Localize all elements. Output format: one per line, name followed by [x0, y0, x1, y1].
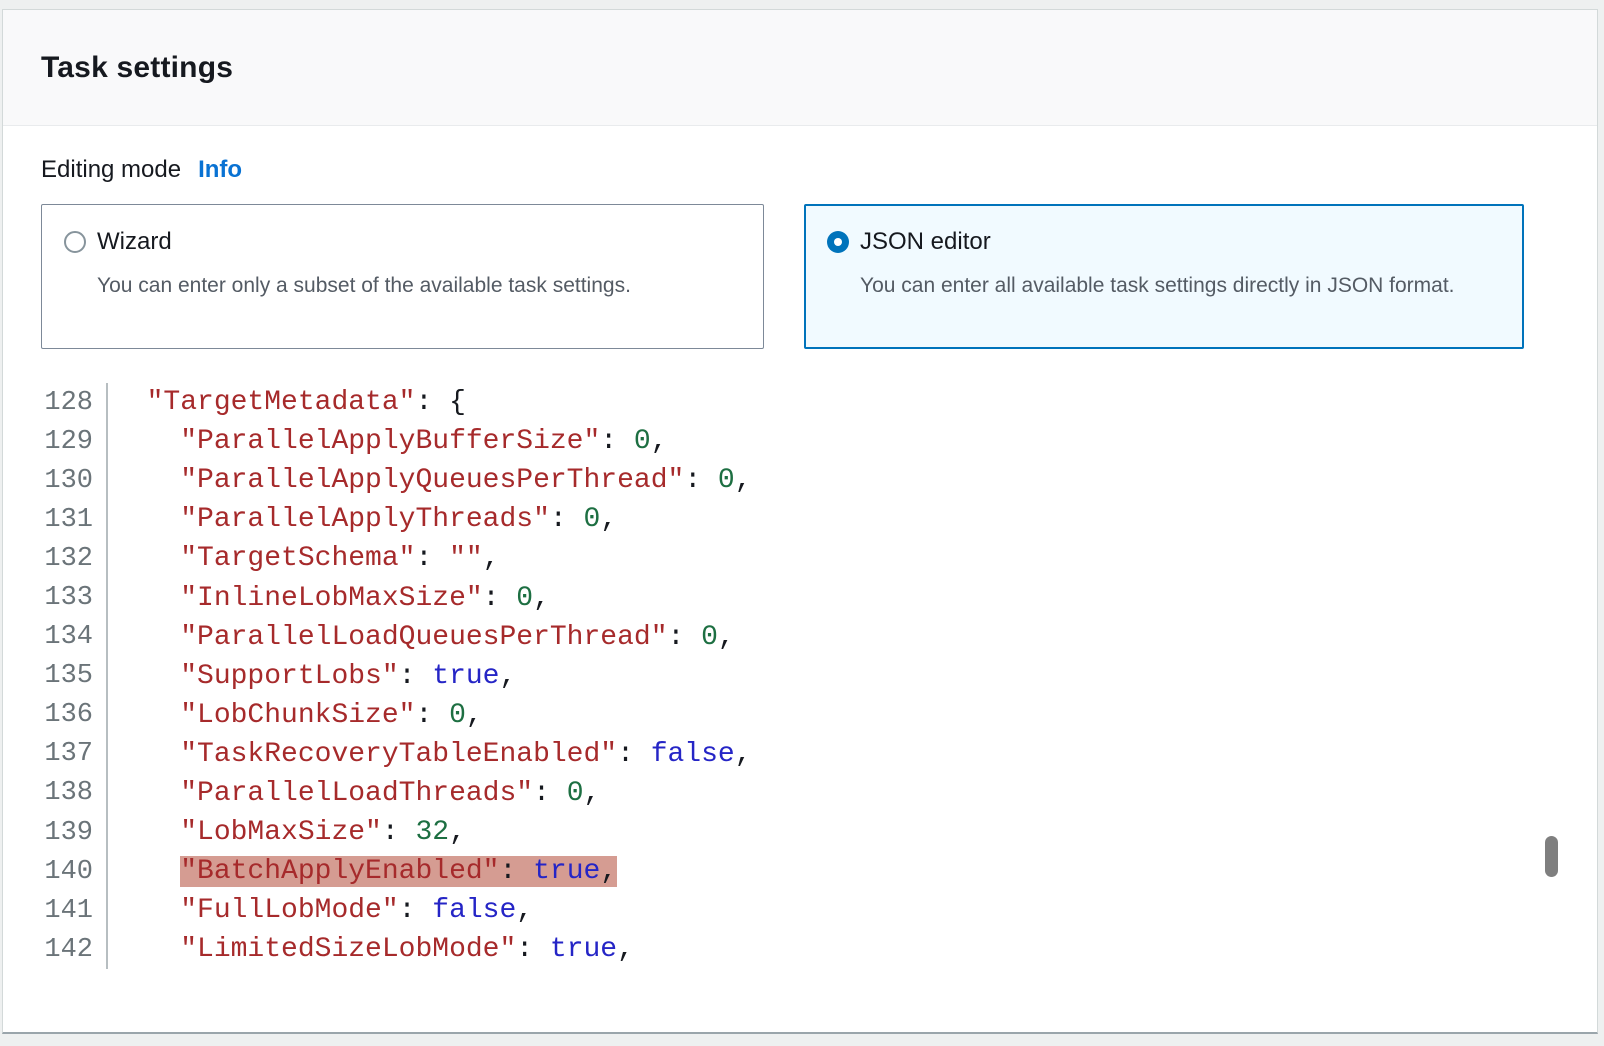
editing-mode-row: Editing mode Info	[41, 156, 242, 184]
line-number: 138	[3, 774, 108, 813]
code-line-text: "TargetMetadata": {	[108, 387, 466, 418]
code-line-text: "SupportLobs": true,	[108, 661, 516, 692]
code-line-text: "TaskRecoveryTableEnabled": false,	[108, 739, 752, 770]
json-editor-option-description: You can enter all available task setting…	[860, 269, 1472, 302]
wizard-option-row: Wizard	[64, 228, 739, 256]
line-number: 129	[3, 422, 108, 461]
highlighted-match: "BatchApplyEnabled": true,	[180, 856, 617, 887]
line-number: 135	[3, 657, 108, 696]
code-line[interactable]: 137 "TaskRecoveryTableEnabled": false,	[3, 735, 1503, 774]
code-line-text: "ParallelApplyBufferSize": 0,	[108, 426, 668, 457]
radio-unselected-icon[interactable]	[64, 231, 86, 253]
code-line-text: "LimitedSizeLobMode": true,	[108, 934, 634, 965]
code-line-text: "TargetSchema": "",	[108, 543, 500, 574]
line-number: 130	[3, 461, 108, 500]
panel-header: Task settings	[3, 10, 1597, 126]
code-line[interactable]: 142 "LimitedSizeLobMode": true,	[3, 930, 1503, 969]
code-line-text: "ParallelLoadQueuesPerThread": 0,	[108, 622, 735, 653]
code-line-text: "LobMaxSize": 32,	[108, 817, 466, 848]
code-line[interactable]: 134 "ParallelLoadQueuesPerThread": 0,	[3, 618, 1503, 657]
line-number: 142	[3, 930, 108, 969]
line-number: 141	[3, 891, 108, 930]
info-link[interactable]: Info	[198, 156, 242, 184]
wizard-option-label: Wizard	[97, 228, 172, 256]
code-line[interactable]: 135 "SupportLobs": true,	[3, 657, 1503, 696]
code-line[interactable]: 132 "TargetSchema": "",	[3, 539, 1503, 578]
scrollbar-thumb[interactable]	[1545, 836, 1558, 877]
wizard-option-description: You can enter only a subset of the avail…	[97, 269, 709, 302]
panel-body: Editing mode Info Wizard You can enter o…	[3, 126, 1597, 1031]
line-number: 132	[3, 539, 108, 578]
code-line[interactable]: 138 "ParallelLoadThreads": 0,	[3, 774, 1503, 813]
radio-selected-icon[interactable]	[827, 231, 849, 253]
task-settings-panel: Task settings Editing mode Info Wizard Y…	[2, 9, 1598, 1034]
json-editor-option-label: JSON editor	[860, 228, 991, 256]
editing-mode-label: Editing mode	[41, 156, 181, 184]
option-card-json-editor[interactable]: JSON editor You can enter all available …	[804, 204, 1524, 349]
code-line-text: "ParallelApplyThreads": 0,	[108, 504, 617, 535]
option-card-wizard[interactable]: Wizard You can enter only a subset of th…	[41, 204, 764, 349]
code-line[interactable]: 131 "ParallelApplyThreads": 0,	[3, 500, 1503, 539]
line-number: 140	[3, 852, 108, 891]
code-line-text: "FullLobMode": false,	[108, 895, 533, 926]
editing-mode-options: Wizard You can enter only a subset of th…	[41, 204, 1524, 349]
json-code-editor[interactable]: 128 "TargetMetadata": {129 "ParallelAppl…	[3, 383, 1503, 969]
code-line[interactable]: 133 "InlineLobMaxSize": 0,	[3, 578, 1503, 617]
code-line-text: "InlineLobMaxSize": 0,	[108, 583, 550, 614]
code-line[interactable]: 128 "TargetMetadata": {	[3, 383, 1503, 422]
code-line[interactable]: 139 "LobMaxSize": 32,	[3, 813, 1503, 852]
line-number: 131	[3, 500, 108, 539]
code-line-text: "ParallelLoadThreads": 0,	[108, 778, 600, 809]
line-number: 134	[3, 618, 108, 657]
line-number: 136	[3, 696, 108, 735]
code-line-text: "ParallelApplyQueuesPerThread": 0,	[108, 465, 752, 496]
line-number: 139	[3, 813, 108, 852]
line-number: 133	[3, 578, 108, 617]
code-line-text: "BatchApplyEnabled": true,	[108, 856, 617, 887]
code-line[interactable]: 136 "LobChunkSize": 0,	[3, 696, 1503, 735]
code-line[interactable]: 141 "FullLobMode": false,	[3, 891, 1503, 930]
line-number: 128	[3, 383, 108, 422]
code-line-text: "LobChunkSize": 0,	[108, 700, 483, 731]
code-line[interactable]: 130 "ParallelApplyQueuesPerThread": 0,	[3, 461, 1503, 500]
json-editor-option-row: JSON editor	[827, 228, 1499, 256]
code-line[interactable]: 140 "BatchApplyEnabled": true,	[3, 852, 1503, 891]
code-line[interactable]: 129 "ParallelApplyBufferSize": 0,	[3, 422, 1503, 461]
page-title: Task settings	[41, 51, 233, 85]
line-number: 137	[3, 735, 108, 774]
